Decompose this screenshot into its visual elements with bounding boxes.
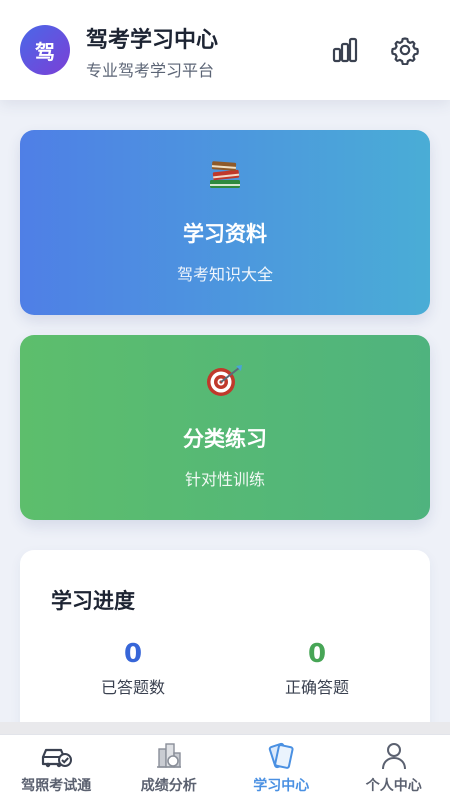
- car-check-icon: [40, 741, 73, 771]
- main-content: 学习资料 驾考知识大全 分类练习 针对性训练 学习进度 0 已答题数 0 正确答…: [0, 100, 450, 722]
- correct-count-value: 0: [307, 639, 327, 669]
- tab-personal-center[interactable]: 个人中心: [338, 735, 450, 800]
- study-materials-card[interactable]: 学习资料 驾考知识大全: [20, 130, 430, 315]
- tab-label: 个人中心: [365, 778, 422, 794]
- tabbar-divider: [0, 722, 450, 734]
- correct-count-stat: 0 正确答题: [217, 638, 417, 698]
- target-dart-icon: [20, 363, 430, 405]
- answered-count-value: 0: [123, 639, 143, 669]
- gear-icon[interactable]: [390, 35, 420, 66]
- card-title: 分类练习: [183, 427, 267, 451]
- app-subtitle: 专业驾考学习平台: [86, 61, 215, 80]
- tab-score-analysis[interactable]: 成绩分析: [113, 735, 226, 800]
- bottom-tab-bar: 驾照考试通 成绩分析 学习中心 个人中心: [0, 734, 450, 800]
- tab-label: 学习中心: [253, 778, 310, 794]
- cards-icon: [265, 741, 297, 771]
- tab-label: 成绩分析: [140, 778, 197, 794]
- bar-chart-icon[interactable]: [330, 35, 360, 65]
- app-title: 驾考学习中心: [86, 28, 219, 53]
- person-icon: [378, 741, 410, 771]
- correct-count-label: 正确答题: [284, 678, 349, 697]
- card-subtitle: 针对性训练: [184, 470, 265, 489]
- tab-learning-center[interactable]: 学习中心: [225, 735, 338, 800]
- app-logo: 驾: [20, 25, 70, 75]
- progress-title: 学习进度: [51, 589, 135, 613]
- tab-exam[interactable]: 驾照考试通: [0, 735, 113, 800]
- card-subtitle: 驾考知识大全: [176, 265, 273, 284]
- buildings-chart-icon: [153, 741, 185, 771]
- books-icon: [20, 158, 430, 200]
- tab-label: 驾照考试通: [21, 778, 92, 794]
- learning-progress-panel: 学习进度 0 已答题数 0 正确答题: [20, 550, 430, 722]
- answered-count-stat: 0 已答题数: [33, 638, 233, 698]
- card-title: 学习资料: [183, 222, 267, 246]
- category-practice-card[interactable]: 分类练习 针对性训练: [20, 335, 430, 520]
- answered-count-label: 已答题数: [100, 678, 165, 697]
- app-header: 驾 驾考学习中心 专业驾考学习平台: [0, 0, 450, 100]
